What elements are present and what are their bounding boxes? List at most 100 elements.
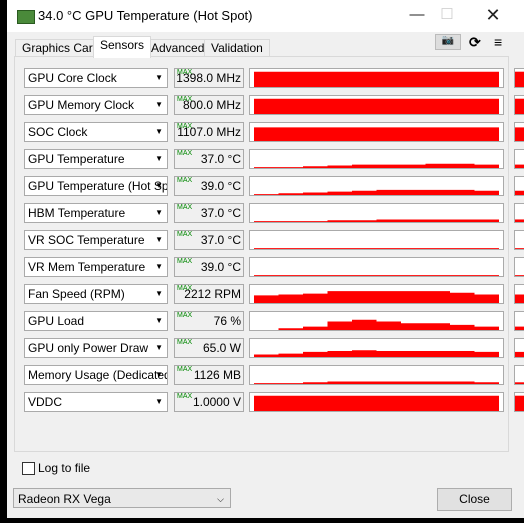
- sensor-label: VR Mem Temperature: [28, 260, 146, 274]
- sensor-select[interactable]: Fan Speed (RPM) ▼: [24, 284, 168, 304]
- gpu-z-window: 34.0 °C GPU Temperature (Hot Spot) — ☐ ✕…: [7, 0, 524, 518]
- sensor-row: HBM Temperature ▼ MAX 37.0 °C: [24, 203, 524, 223]
- sensor-value: 76 %: [213, 314, 241, 328]
- sensor-label: VDDC: [28, 395, 63, 409]
- max-indicator: MAX: [177, 258, 193, 265]
- sensor-graph[interactable]: [249, 176, 504, 196]
- sensor-row: GPU Temperature (Hot Spot) ▼ MAX 39.0 °C: [24, 176, 524, 196]
- sensor-value: 39.0 °C: [200, 260, 241, 274]
- sensor-graph[interactable]: [249, 284, 504, 304]
- sensor-graph[interactable]: [249, 68, 504, 88]
- sensor-label: Fan Speed (RPM): [28, 287, 125, 301]
- sensor-graph-fill: [515, 98, 524, 114]
- sensor-graph[interactable]: [249, 230, 504, 250]
- sensor-graph-fill: [254, 189, 499, 195]
- dropdown-arrow-icon: ▼: [155, 262, 163, 271]
- sensor-select[interactable]: Memory Usage (Dedicated) ▼: [24, 365, 168, 385]
- sensor-value-box[interactable]: MAX 2212 RPM: [174, 284, 244, 304]
- maximize-button[interactable]: ☐: [427, 4, 467, 26]
- sensor-select[interactable]: GPU Load ▼: [24, 311, 168, 331]
- sensor-row: SOC Clock ▼ MAX 1107.0 MHz: [24, 122, 524, 142]
- gpu-select-value: Radeon RX Vega: [18, 492, 111, 506]
- dropdown-arrow-icon: ▼: [155, 397, 163, 406]
- sensor-select[interactable]: GPU Core Clock ▼: [24, 68, 168, 88]
- sensor-graph-fill: [515, 326, 524, 330]
- sensor-graph-overflow: [514, 230, 524, 250]
- sensor-value-box[interactable]: MAX 65.0 W: [174, 338, 244, 358]
- sensor-graph[interactable]: [249, 203, 504, 223]
- sensor-graph-fill: [254, 127, 499, 141]
- camera-icon[interactable]: 📷: [435, 34, 461, 50]
- sensor-graph[interactable]: [249, 365, 504, 385]
- sensor-graph[interactable]: [249, 257, 504, 277]
- sensor-graph-fill: [515, 164, 524, 168]
- sensor-row: GPU only Power Draw ▼ MAX 65.0 W: [24, 338, 524, 358]
- sensor-value: 1126 MB: [193, 368, 241, 382]
- sensor-select[interactable]: GPU Temperature (Hot Spot) ▼: [24, 176, 168, 196]
- max-indicator: MAX: [177, 177, 193, 184]
- sensor-select[interactable]: VR SOC Temperature ▼: [24, 230, 168, 250]
- max-indicator: MAX: [177, 231, 193, 238]
- sensor-label: VR SOC Temperature: [28, 233, 145, 247]
- dropdown-arrow-icon: ▼: [155, 208, 163, 217]
- sensor-graph-fill: [515, 248, 524, 249]
- dropdown-arrow-icon: ▼: [155, 181, 163, 190]
- sensor-graph-fill: [254, 71, 499, 87]
- dropdown-arrow-icon: ▼: [155, 370, 163, 379]
- sensor-graph[interactable]: [249, 122, 504, 142]
- sensor-graph-overflow: [514, 176, 524, 196]
- sensor-graph-fill: [515, 382, 524, 384]
- sensor-value-box[interactable]: MAX 39.0 °C: [174, 257, 244, 277]
- refresh-icon[interactable]: ⟳: [469, 34, 481, 51]
- sensor-value-box[interactable]: MAX 1107.0 MHz: [174, 122, 244, 142]
- dropdown-arrow-icon: ▼: [155, 316, 163, 325]
- dropdown-arrow-icon: ▼: [155, 289, 163, 298]
- sensor-value-box[interactable]: MAX 1398.0 MHz: [174, 68, 244, 88]
- sensor-value-box[interactable]: MAX 1.0000 V: [174, 392, 244, 412]
- sensor-select[interactable]: VDDC ▼: [24, 392, 168, 412]
- sensor-value-box[interactable]: MAX 800.0 MHz: [174, 95, 244, 115]
- sensor-select[interactable]: GPU Temperature ▼: [24, 149, 168, 169]
- sensor-value-box[interactable]: MAX 1126 MB: [174, 365, 244, 385]
- sensor-graph[interactable]: [249, 149, 504, 169]
- sensor-graph-fill: [515, 351, 524, 357]
- sensor-select[interactable]: SOC Clock ▼: [24, 122, 168, 142]
- menu-icon[interactable]: ≡: [494, 34, 502, 50]
- sensor-label: HBM Temperature: [28, 206, 126, 220]
- sensor-row: Memory Usage (Dedicated) ▼ MAX 1126 MB: [24, 365, 524, 385]
- sensor-graph[interactable]: [249, 311, 504, 331]
- max-indicator: MAX: [177, 339, 193, 346]
- sensor-graph-overflow: [514, 149, 524, 169]
- sensor-graph-overflow: [514, 365, 524, 385]
- log-to-file-checkbox[interactable]: [22, 462, 35, 475]
- sensor-row: GPU Temperature ▼ MAX 37.0 °C: [24, 149, 524, 169]
- sensor-graph[interactable]: [249, 338, 504, 358]
- close-window-button[interactable]: ✕: [473, 4, 513, 26]
- sensor-graph[interactable]: [249, 95, 504, 115]
- sensor-graph-fill: [515, 275, 524, 276]
- sensor-select[interactable]: HBM Temperature ▼: [24, 203, 168, 223]
- sensor-graph-fill: [254, 98, 499, 114]
- tab-sensors[interactable]: Sensors: [93, 36, 152, 58]
- max-indicator: MAX: [177, 123, 193, 130]
- sensor-value-box[interactable]: MAX 76 %: [174, 311, 244, 331]
- sensor-label: GPU Load: [28, 314, 85, 328]
- sensor-value-box[interactable]: MAX 37.0 °C: [174, 149, 244, 169]
- sensor-select[interactable]: GPU Memory Clock ▼: [24, 95, 168, 115]
- sensor-graph-fill: [254, 381, 499, 384]
- sensor-select[interactable]: GPU only Power Draw ▼: [24, 338, 168, 358]
- sensor-select[interactable]: VR Mem Temperature ▼: [24, 257, 168, 277]
- gpu-select-dropdown[interactable]: Radeon RX Vega ⌵: [13, 488, 231, 508]
- close-button[interactable]: Close: [437, 488, 512, 511]
- sensor-value-box[interactable]: MAX 37.0 °C: [174, 230, 244, 250]
- sensor-graph[interactable]: [249, 392, 504, 412]
- sensor-value-box[interactable]: MAX 37.0 °C: [174, 203, 244, 223]
- sensor-graph-fill: [515, 127, 524, 141]
- sensor-graph-fill: [515, 219, 524, 222]
- sensor-row: VDDC ▼ MAX 1.0000 V: [24, 392, 524, 412]
- sensor-graph-overflow: [514, 95, 524, 115]
- sensor-row: VR SOC Temperature ▼ MAX 37.0 °C: [24, 230, 524, 250]
- max-indicator: MAX: [177, 393, 193, 400]
- sensor-value-box[interactable]: MAX 39.0 °C: [174, 176, 244, 196]
- sensor-graph-fill: [515, 190, 524, 195]
